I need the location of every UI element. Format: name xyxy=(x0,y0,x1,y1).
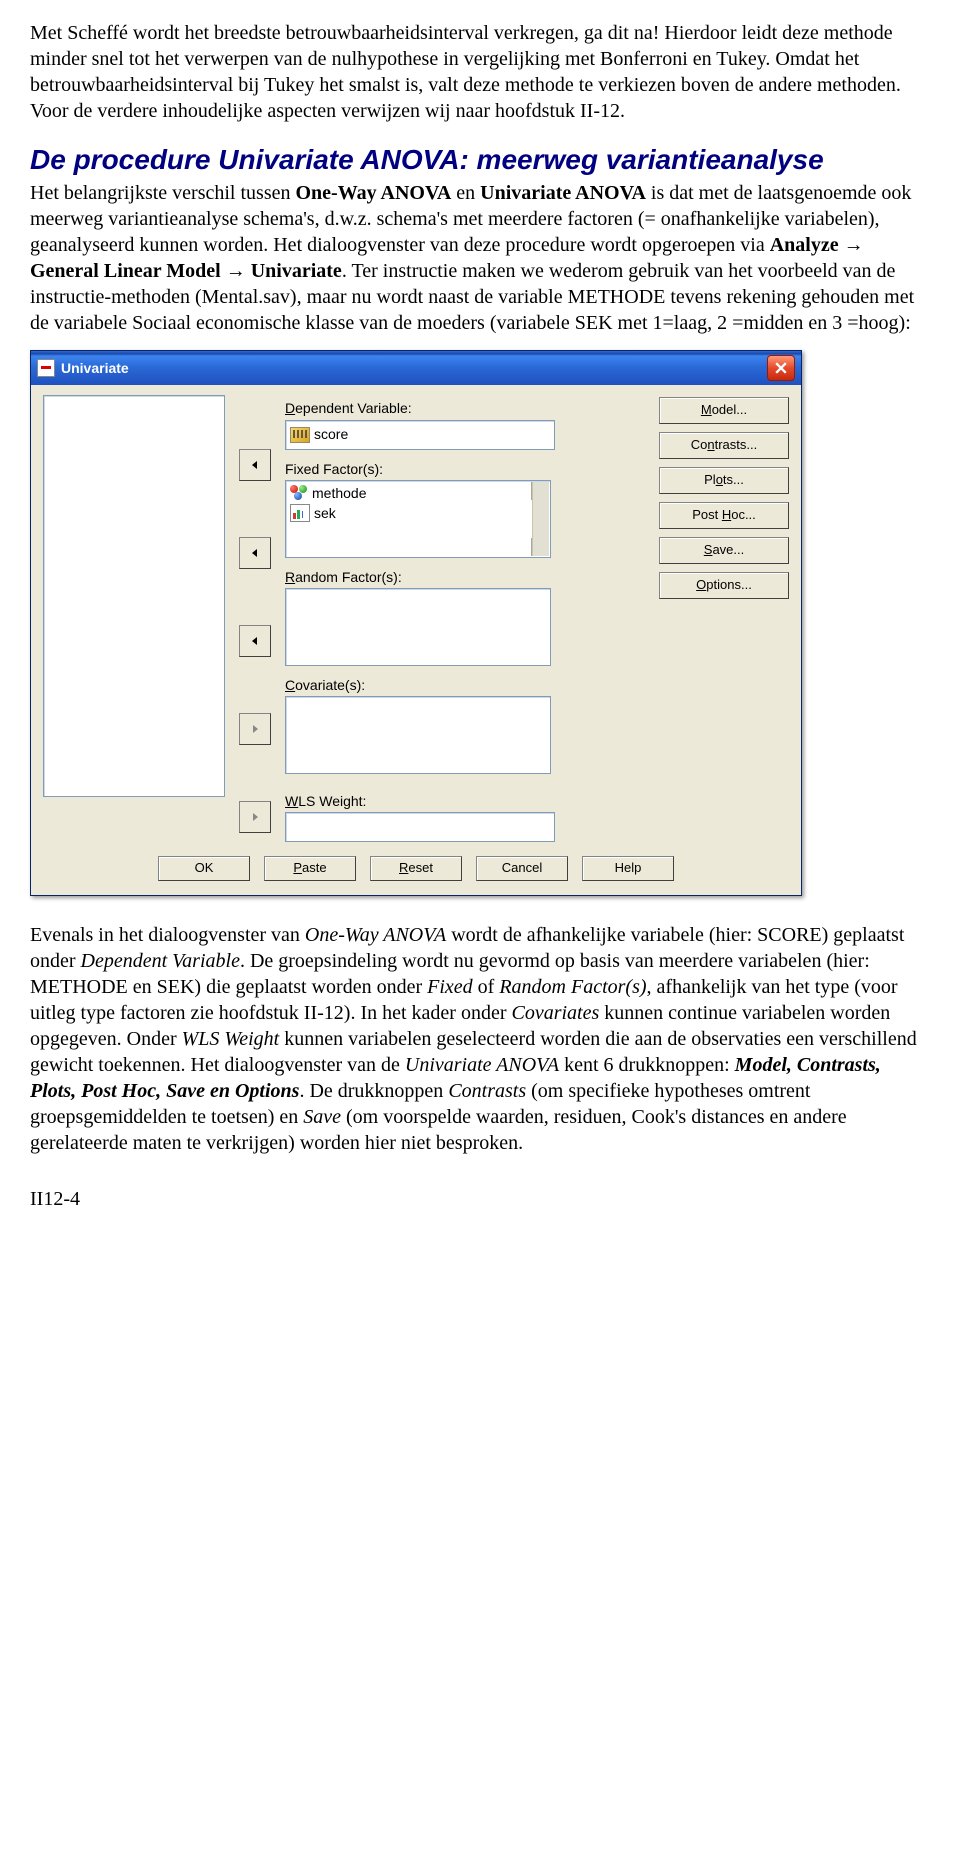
covariate-label: Covariate(s): xyxy=(285,676,649,694)
random-factors-slot[interactable] xyxy=(285,588,551,666)
list-item[interactable]: sek xyxy=(288,503,548,523)
arrow-right-icon xyxy=(250,812,260,822)
arrow-left-icon xyxy=(250,636,260,646)
window-title: Univariate xyxy=(61,359,129,377)
close-button[interactable] xyxy=(767,355,795,381)
arrow-left-icon xyxy=(250,548,260,558)
move-to-random-button[interactable] xyxy=(239,625,271,657)
page-number: II12-4 xyxy=(30,1186,930,1212)
paragraph-2: Het belangrijkste verschil tussen One-Wa… xyxy=(30,180,930,336)
scroll-up-icon[interactable]: ▲ xyxy=(531,482,549,500)
nominal-icon xyxy=(290,485,308,501)
list-item[interactable]: methode xyxy=(288,483,548,503)
dependent-label: Dependent Variable: xyxy=(285,399,649,417)
dependent-value: score xyxy=(314,425,348,443)
dependent-slot[interactable]: score xyxy=(285,420,555,450)
scale-icon xyxy=(290,427,310,443)
paste-button[interactable]: Paste xyxy=(264,856,356,881)
help-button[interactable]: Help xyxy=(582,856,674,881)
move-to-covariate-button[interactable] xyxy=(239,713,271,745)
model-button[interactable]: Model... xyxy=(659,397,789,424)
covariate-slot[interactable] xyxy=(285,696,551,774)
wls-label: WLS Weight: xyxy=(285,792,649,810)
scroll-down-icon[interactable]: ▼ xyxy=(531,538,549,556)
univariate-dialog: Univariate xyxy=(30,350,802,896)
save-button[interactable]: Save... xyxy=(659,537,789,564)
options-button[interactable]: Options... xyxy=(659,572,789,599)
random-label: Random Factor(s): xyxy=(285,568,649,586)
dialog-screenshot: Univariate xyxy=(30,350,930,896)
plots-button[interactable]: Plots... xyxy=(659,467,789,494)
move-to-wls-button[interactable] xyxy=(239,801,271,833)
paragraph-1: Met Scheffé wordt het breedste betrouwba… xyxy=(30,20,930,124)
cancel-button[interactable]: Cancel xyxy=(476,856,568,881)
source-variable-list[interactable] xyxy=(43,395,225,797)
fixed-factors-slot[interactable]: methode sek ▲ ▼ xyxy=(285,480,551,558)
section-heading: De procedure Univariate ANOVA: meerweg v… xyxy=(30,142,930,178)
close-icon xyxy=(775,362,787,374)
reset-button[interactable]: Reset xyxy=(370,856,462,881)
system-menu-icon[interactable] xyxy=(37,359,55,377)
fixed-label: Fixed Factor(s): xyxy=(285,460,649,478)
contrasts-button[interactable]: Contrasts... xyxy=(659,432,789,459)
arrow-left-icon xyxy=(250,460,260,470)
ordinal-icon xyxy=(290,504,310,522)
post-hoc-button[interactable]: Post Hoc... xyxy=(659,502,789,529)
move-to-fixed-button[interactable] xyxy=(239,537,271,569)
wls-slot[interactable] xyxy=(285,812,555,842)
titlebar: Univariate xyxy=(31,351,801,385)
arrow-right-icon xyxy=(250,724,260,734)
ok-button[interactable]: OK xyxy=(158,856,250,881)
paragraph-3: Evenals in het dialoogvenster van One-Wa… xyxy=(30,922,930,1156)
move-to-dependent-button[interactable] xyxy=(239,449,271,481)
